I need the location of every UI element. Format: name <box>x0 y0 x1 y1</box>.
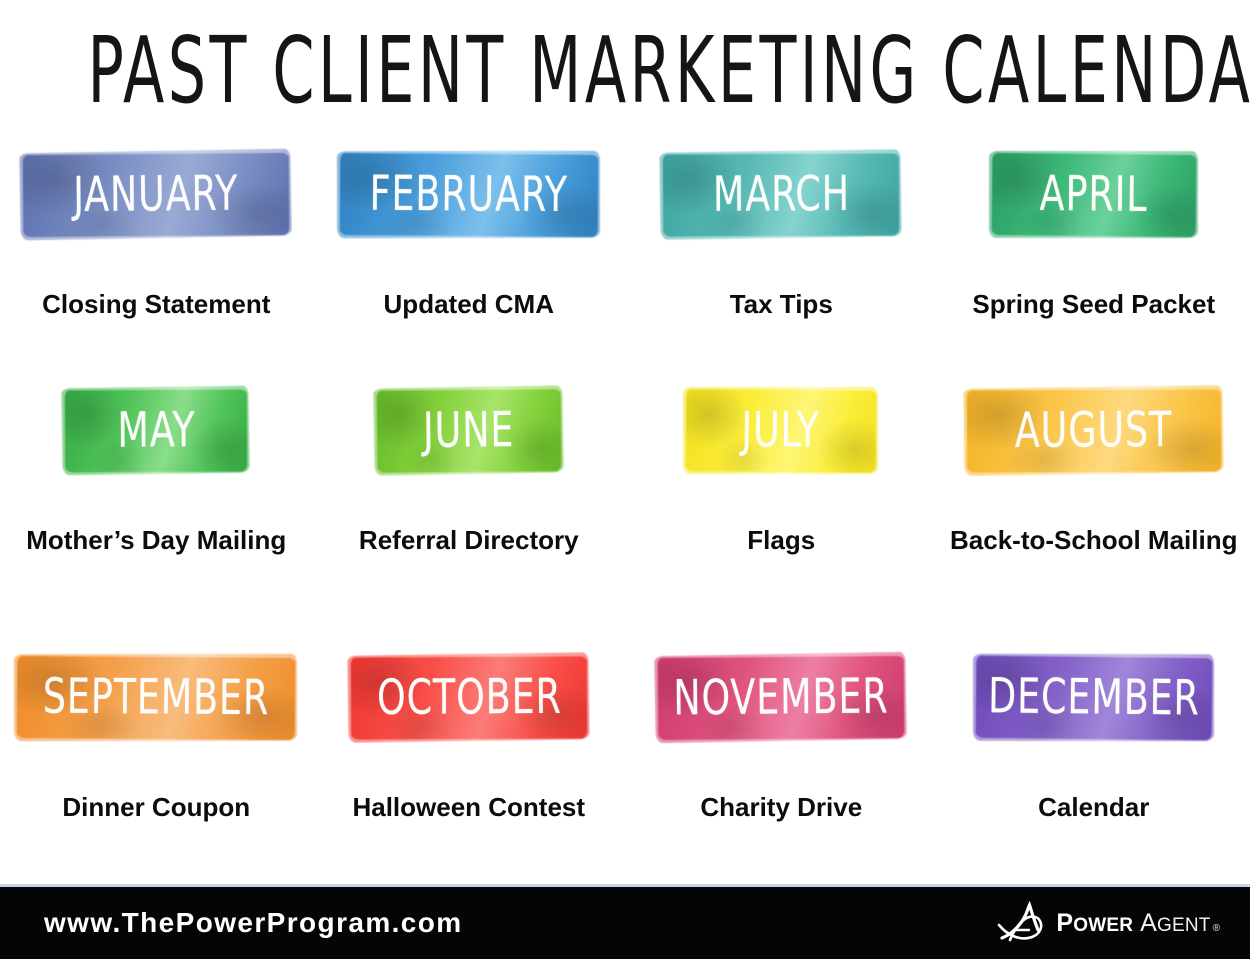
month-label: NOVEMBER <box>673 668 890 727</box>
month-label: JULY <box>741 402 821 459</box>
month-caption: Halloween Contest <box>352 792 586 822</box>
watercolor-swatch-may: MAY <box>65 389 248 473</box>
month-caption: Charity Drive <box>700 792 863 822</box>
registered-trademark-icon: ® <box>1212 922 1220 934</box>
month-card-september[interactable]: SEPTEMBER Dinner Coupon <box>0 647 313 865</box>
month-card-january[interactable]: JANUARY Closing Statement <box>0 140 313 372</box>
month-caption: Dinner Coupon <box>62 792 251 822</box>
month-card-november[interactable]: NOVEMBER Charity Drive <box>625 647 938 865</box>
month-label: JUNE <box>422 402 515 459</box>
logo-agent-text: AGENT <box>1140 908 1211 937</box>
month-caption: Spring Seed Packet <box>972 289 1216 319</box>
month-card-april[interactable]: APRIL Spring Seed Packet <box>938 140 1250 372</box>
month-caption: Calendar <box>1038 792 1150 822</box>
month-caption: Closing Statement <box>42 289 271 319</box>
power-agent-wordmark: POWER AGENT ® <box>1056 909 1220 938</box>
watercolor-swatch-february: FEBRUARY <box>339 153 599 237</box>
month-card-may[interactable]: MAY Mother’s Day Mailing <box>0 372 313 647</box>
month-caption: Mother’s Day Mailing <box>26 525 287 555</box>
month-card-december[interactable]: DECEMBER Calendar <box>938 647 1250 865</box>
month-label: OCTOBER <box>376 668 562 726</box>
website-url[interactable]: www.ThePowerProgram.com <box>44 907 463 939</box>
month-card-october[interactable]: OCTOBER Halloween Contest <box>313 647 626 865</box>
watercolor-swatch-october: OCTOBER <box>350 656 587 740</box>
month-caption: Flags <box>747 525 816 555</box>
watercolor-swatch-july: JULY <box>685 389 877 473</box>
month-label: DECEMBER <box>987 668 1200 727</box>
month-label: SEPTEMBER <box>42 668 270 727</box>
month-label: FEBRUARY <box>369 165 569 224</box>
month-label: AUGUST <box>1014 401 1173 459</box>
watercolor-swatch-april: APRIL <box>991 152 1197 238</box>
watercolor-swatch-december: DECEMBER <box>975 655 1213 741</box>
month-card-july[interactable]: JULY Flags <box>625 372 938 647</box>
month-card-march[interactable]: MARCH Tax Tips <box>625 140 938 372</box>
month-grid: JANUARY Closing Statement FEBRUARY Updat… <box>0 140 1250 880</box>
month-caption: Referral Directory <box>358 525 579 555</box>
month-card-june[interactable]: JUNE Referral Directory <box>313 372 626 647</box>
month-label: MARCH <box>712 166 850 223</box>
month-label: APRIL <box>1039 165 1148 224</box>
page-title: PAST CLIENT MARKETING CALENDAR <box>87 18 1250 125</box>
month-caption: Tax Tips <box>729 289 833 319</box>
month-caption: Updated CMA <box>383 289 554 319</box>
watercolor-swatch-september: SEPTEMBER <box>16 656 296 740</box>
logo-power-text: POWER <box>1056 908 1134 937</box>
watercolor-swatch-march: MARCH <box>663 153 900 237</box>
watercolor-swatch-june: JUNE <box>376 389 562 473</box>
month-label: JANUARY <box>73 165 240 224</box>
month-label: MAY <box>117 402 196 459</box>
footer-bar: www.ThePowerProgram.com POWER AGENT ® <box>0 884 1250 959</box>
poster-canvas: PAST CLIENT MARKETING CALENDAR JANUARY C… <box>0 0 1250 959</box>
month-card-august[interactable]: AUGUST Back-to-School Mailing <box>938 372 1250 647</box>
watercolor-swatch-november: NOVEMBER <box>657 655 905 741</box>
month-caption: Back-to-School Mailing <box>950 525 1238 555</box>
watercolor-swatch-january: JANUARY <box>22 152 290 238</box>
month-card-february[interactable]: FEBRUARY Updated CMA <box>313 140 626 372</box>
power-agent-swoosh-icon <box>998 901 1043 942</box>
power-agent-logo[interactable]: POWER AGENT ® <box>996 901 1220 945</box>
watercolor-swatch-august: AUGUST <box>966 389 1221 473</box>
